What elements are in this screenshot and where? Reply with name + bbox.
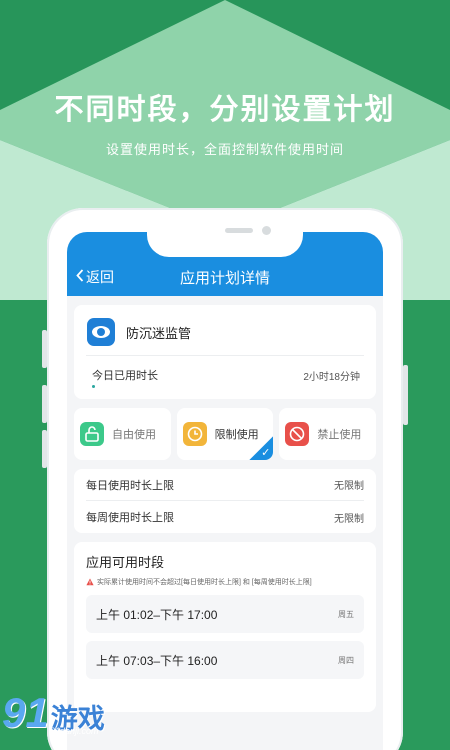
mode-label: 限制使用 bbox=[214, 429, 259, 441]
warning-note: 实际累计使用时间不会超过[每日使用时长上限] 和 [每周使用时长上限] bbox=[86, 577, 364, 587]
divider bbox=[86, 355, 364, 356]
mode-free-option[interactable]: 自由使用 bbox=[74, 408, 171, 460]
section-title: 应用可用时段 bbox=[86, 555, 165, 570]
promo-subline: 设置使用时长，全面控制软件使用时间 bbox=[105, 142, 344, 157]
period-item[interactable]: 上午 07:03–下午 16:00 周四 bbox=[86, 641, 364, 679]
weekly-limit-row[interactable]: 每周使用时长上限 无限制 bbox=[86, 501, 364, 533]
limit-label: 每周使用时长上限 bbox=[86, 512, 174, 524]
mode-forbidden-option[interactable]: 禁止使用 bbox=[279, 408, 377, 460]
watermark-logo-number: 91 bbox=[2, 689, 49, 736]
period-time: 上午 07:03–下午 16:00 bbox=[96, 653, 218, 668]
period-item[interactable]: 上午 01:02–下午 17:00 周五 bbox=[86, 595, 364, 633]
unlock-icon bbox=[80, 422, 104, 446]
phone-camera bbox=[262, 226, 271, 235]
app-eye-icon bbox=[87, 318, 115, 346]
limit-label: 每日使用时长上限 bbox=[86, 479, 174, 492]
period-day: 周五 bbox=[338, 609, 354, 619]
limit-value: 无限制 bbox=[334, 481, 364, 492]
app-screen: 返回 应用计划详情 防沉迷监管 今日已用时长 2小时18分钟 自由使用 限制使用… bbox=[67, 232, 383, 750]
warning-text: 实际累计使用时间不会超过[每日使用时长上限] 和 [每周使用时长上限] bbox=[97, 579, 312, 586]
mode-label: 禁止使用 bbox=[317, 429, 362, 441]
forbidden-icon bbox=[285, 422, 310, 446]
site-watermark: 91 游戏 91danji.com bbox=[2, 689, 105, 737]
daily-limit-row[interactable]: 每日使用时长上限 无限制 bbox=[86, 469, 364, 501]
period-day: 周四 bbox=[338, 655, 354, 665]
clock-icon bbox=[182, 422, 207, 446]
mode-limited-option[interactable]: 限制使用 ✓ bbox=[176, 408, 274, 460]
app-name: 防沉迷监管 bbox=[126, 326, 192, 341]
phone-speaker bbox=[225, 228, 253, 233]
page-title: 应用计划详情 bbox=[179, 270, 270, 287]
warning-icon bbox=[86, 578, 94, 586]
limit-value: 无限制 bbox=[334, 513, 364, 525]
today-usage-label: 今日已用时长 bbox=[92, 370, 158, 382]
usage-mode-selector: 自由使用 限制使用 ✓ 禁止使用 bbox=[74, 408, 377, 460]
watermark-url: 91danji.com bbox=[50, 726, 99, 736]
phone-power-button bbox=[403, 365, 408, 425]
today-usage-value: 2小时18分钟 bbox=[303, 372, 360, 383]
app-info-card: 防沉迷监管 今日已用时长 2小时18分钟 bbox=[74, 305, 376, 399]
phone-mockup: 返回 应用计划详情 防沉迷监管 今日已用时长 2小时18分钟 自由使用 限制使用… bbox=[47, 208, 403, 750]
promo-headline: 不同时段，分别设置计划 bbox=[54, 94, 396, 126]
usage-progress-bar bbox=[92, 385, 95, 388]
phone-notch bbox=[147, 221, 303, 257]
available-periods-card: 应用可用时段 实际累计使用时间不会超过[每日使用时长上限] 和 [每周使用时长上… bbox=[74, 542, 376, 712]
mode-label: 自由使用 bbox=[112, 429, 156, 441]
limits-card: 每日使用时长上限 无限制 每周使用时长上限 无限制 bbox=[74, 469, 376, 533]
period-time: 上午 01:02–下午 17:00 bbox=[96, 607, 218, 622]
check-icon: ✓ bbox=[261, 447, 271, 459]
